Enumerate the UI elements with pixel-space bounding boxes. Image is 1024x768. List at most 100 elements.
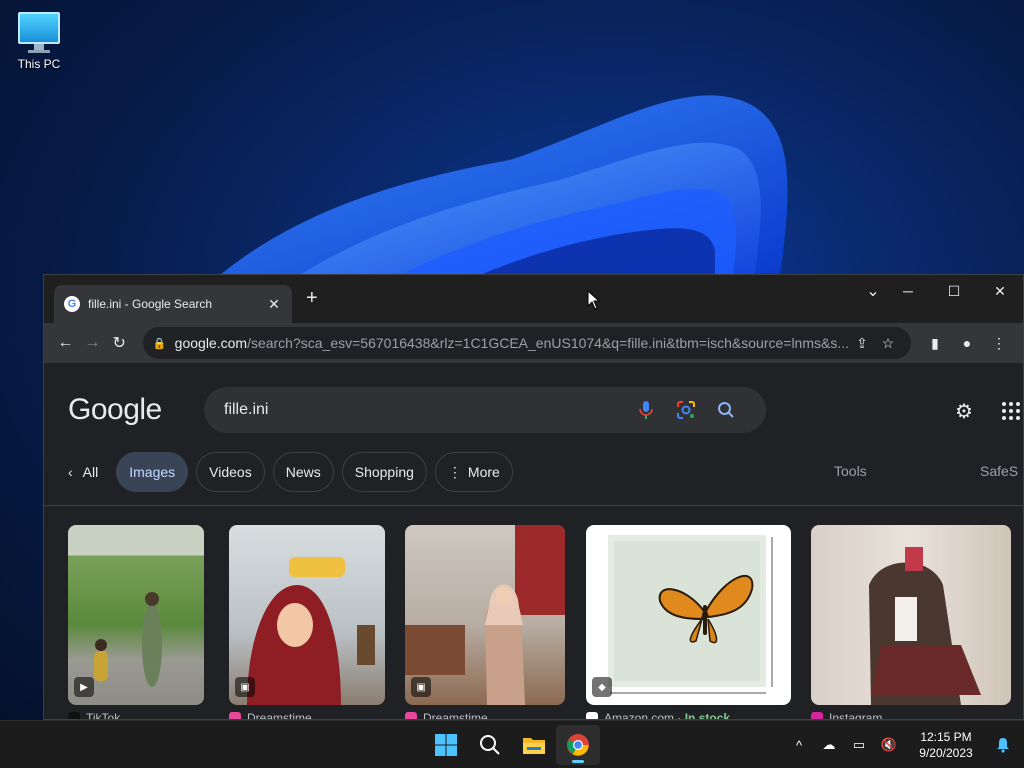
side-panel-icon[interactable]: ▮ (919, 328, 951, 358)
desktop-icon-label: This PC (17, 57, 61, 71)
tab-videos[interactable]: Videos (196, 452, 265, 492)
result-source[interactable]: TikTok (68, 711, 204, 720)
google-lens-icon[interactable] (666, 390, 706, 430)
dreamstime-favicon-icon (229, 712, 241, 719)
tab-images[interactable]: Images (116, 452, 189, 492)
volume-muted-icon[interactable]: 🔇 (874, 725, 904, 765)
site-info-lock-icon[interactable]: 🔒 (153, 337, 167, 350)
image-result-card[interactable]: ▣ Dreamstime (405, 525, 565, 720)
chrome-logo-icon (567, 734, 589, 756)
image-result-card[interactable]: ◆ Amazon.com · In stock (586, 525, 791, 720)
back-button[interactable]: ← (52, 328, 79, 358)
search-icon (480, 735, 500, 755)
show-hidden-icons-chevron-icon[interactable]: ^ (784, 725, 814, 765)
system-tray: ^ ☁ ▭ 🔇 12:15 PM 9/20/2023 (784, 721, 1024, 768)
url-path: /search?sca_esv=567016438&rlz=1C1GCEA_en… (247, 335, 850, 351)
tools-button[interactable]: Tools (834, 463, 867, 479)
monitor-icon (18, 12, 60, 50)
safesearch-button[interactable]: SafeS (980, 463, 1018, 479)
notification-bell-icon[interactable] (988, 725, 1018, 765)
share-icon[interactable]: ⇪ (849, 335, 875, 352)
tag-icon: ◆ (592, 677, 612, 697)
image-result-card[interactable]: Instagram (811, 525, 1011, 720)
search-icon[interactable] (706, 390, 746, 430)
tab-close-icon[interactable]: ✕ (266, 296, 282, 313)
folder-icon (523, 738, 545, 754)
tab-shopping-label: Shopping (354, 464, 414, 480)
result-source-name: Dreamstime (423, 711, 488, 720)
image-thumbnail[interactable]: ▶ (68, 525, 204, 705)
chrome-window: G fille.ini - Google Search ✕ + ⌄ ─ ☐ ✕ … (43, 274, 1024, 720)
network-icon[interactable]: ▭ (844, 725, 874, 765)
result-source[interactable]: Amazon.com · In stock (586, 711, 791, 720)
start-button[interactable] (424, 725, 468, 765)
browser-toolbar: ← → ↻ 🔒 google.com/search?sca_esv=567016… (44, 323, 1023, 363)
minimize-button[interactable]: ─ (885, 275, 931, 307)
settings-gear-icon[interactable]: ⚙ (952, 399, 976, 423)
search-box[interactable]: fille.ini (204, 387, 766, 433)
new-tab-button[interactable]: + (306, 288, 322, 309)
tab-shopping[interactable]: Shopping (341, 452, 427, 492)
tab-images-label: Images (129, 464, 176, 480)
chrome-menu-icon[interactable]: ⋮ (983, 328, 1015, 358)
google-header: Google fille.ini ⚙ (44, 363, 1023, 451)
result-source[interactable]: Dreamstime (405, 711, 565, 720)
url-host: google.com (174, 335, 248, 351)
google-favicon-icon: G (64, 296, 80, 312)
google-apps-grid-icon[interactable] (1002, 399, 1023, 423)
tab-title: fille.ini - Google Search (88, 297, 213, 311)
image-result-card[interactable]: ▣ Dreamstime (229, 525, 385, 720)
more-dots-icon: ⋮ (447, 463, 462, 480)
desktop-icon-this-pc[interactable]: This PC (10, 8, 68, 71)
tab-videos-label: Videos (209, 464, 252, 480)
chevron-left-icon: ‹ (68, 464, 73, 480)
reload-button[interactable]: ↻ (106, 328, 133, 358)
image-icon: ▣ (411, 677, 431, 697)
address-url[interactable]: google.com/search?sca_esv=567016438&rlz=… (175, 335, 849, 351)
tab-more[interactable]: ⋮ More (434, 452, 513, 492)
result-source[interactable]: Instagram (811, 711, 1011, 720)
tab-all-label: All (82, 464, 99, 480)
taskbar-apps (424, 725, 600, 765)
close-window-button[interactable]: ✕ (977, 275, 1023, 307)
video-play-icon: ▶ (74, 677, 94, 697)
file-explorer-button[interactable] (512, 725, 556, 765)
tab-more-label: More (467, 464, 500, 480)
window-controls: ─ ☐ ✕ (885, 275, 1023, 307)
dreamstime-favicon-icon (405, 712, 417, 719)
header-divider (44, 505, 1023, 506)
profile-avatar-icon[interactable]: ● (951, 328, 983, 358)
clock-time: 12:15 PM (920, 730, 972, 744)
taskbar-search-button[interactable] (468, 725, 512, 765)
browser-tab-active[interactable]: G fille.ini - Google Search ✕ (54, 285, 292, 323)
google-images-page: Google fille.ini ⚙ ‹ All Images Videos N… (44, 363, 1023, 720)
voice-search-mic-icon[interactable] (626, 390, 666, 430)
taskbar-clock[interactable]: 12:15 PM 9/20/2023 (904, 729, 988, 761)
clock-date: 9/20/2023 (919, 746, 973, 760)
tab-all[interactable]: ‹ All (64, 452, 108, 492)
taskbar: ^ ☁ ▭ 🔇 12:15 PM 9/20/2023 (0, 720, 1024, 768)
onedrive-cloud-icon[interactable]: ☁ (814, 725, 844, 765)
image-thumbnail[interactable] (811, 525, 1011, 705)
tiktok-favicon-icon (68, 712, 80, 719)
result-source-name: Dreamstime (247, 711, 312, 720)
image-result-card[interactable]: ▶ TikTok (68, 525, 204, 720)
image-thumbnail[interactable]: ▣ (405, 525, 565, 705)
image-thumbnail[interactable]: ▣ (229, 525, 385, 705)
address-bar[interactable]: 🔒 google.com/search?sca_esv=567016438&rl… (142, 327, 912, 359)
tab-news[interactable]: News (272, 452, 334, 492)
chrome-taskbar-button[interactable] (556, 725, 600, 765)
image-thumbnail[interactable]: ◆ (586, 525, 791, 705)
result-source-name: TikTok (86, 711, 121, 720)
maximize-button[interactable]: ☐ (931, 275, 977, 307)
forward-button[interactable]: → (79, 328, 106, 358)
image-icon: ▣ (235, 677, 255, 697)
bookmark-star-icon[interactable]: ☆ (875, 335, 901, 352)
result-source[interactable]: Dreamstime (229, 711, 385, 720)
in-stock-label: In stock (684, 711, 731, 720)
result-source-name: Instagram (829, 711, 883, 720)
google-logo[interactable]: Google (68, 393, 162, 427)
windows-logo-icon (435, 734, 457, 756)
search-input[interactable]: fille.ini (224, 401, 626, 419)
tab-search-chevron-icon[interactable]: ⌄ (863, 281, 883, 301)
